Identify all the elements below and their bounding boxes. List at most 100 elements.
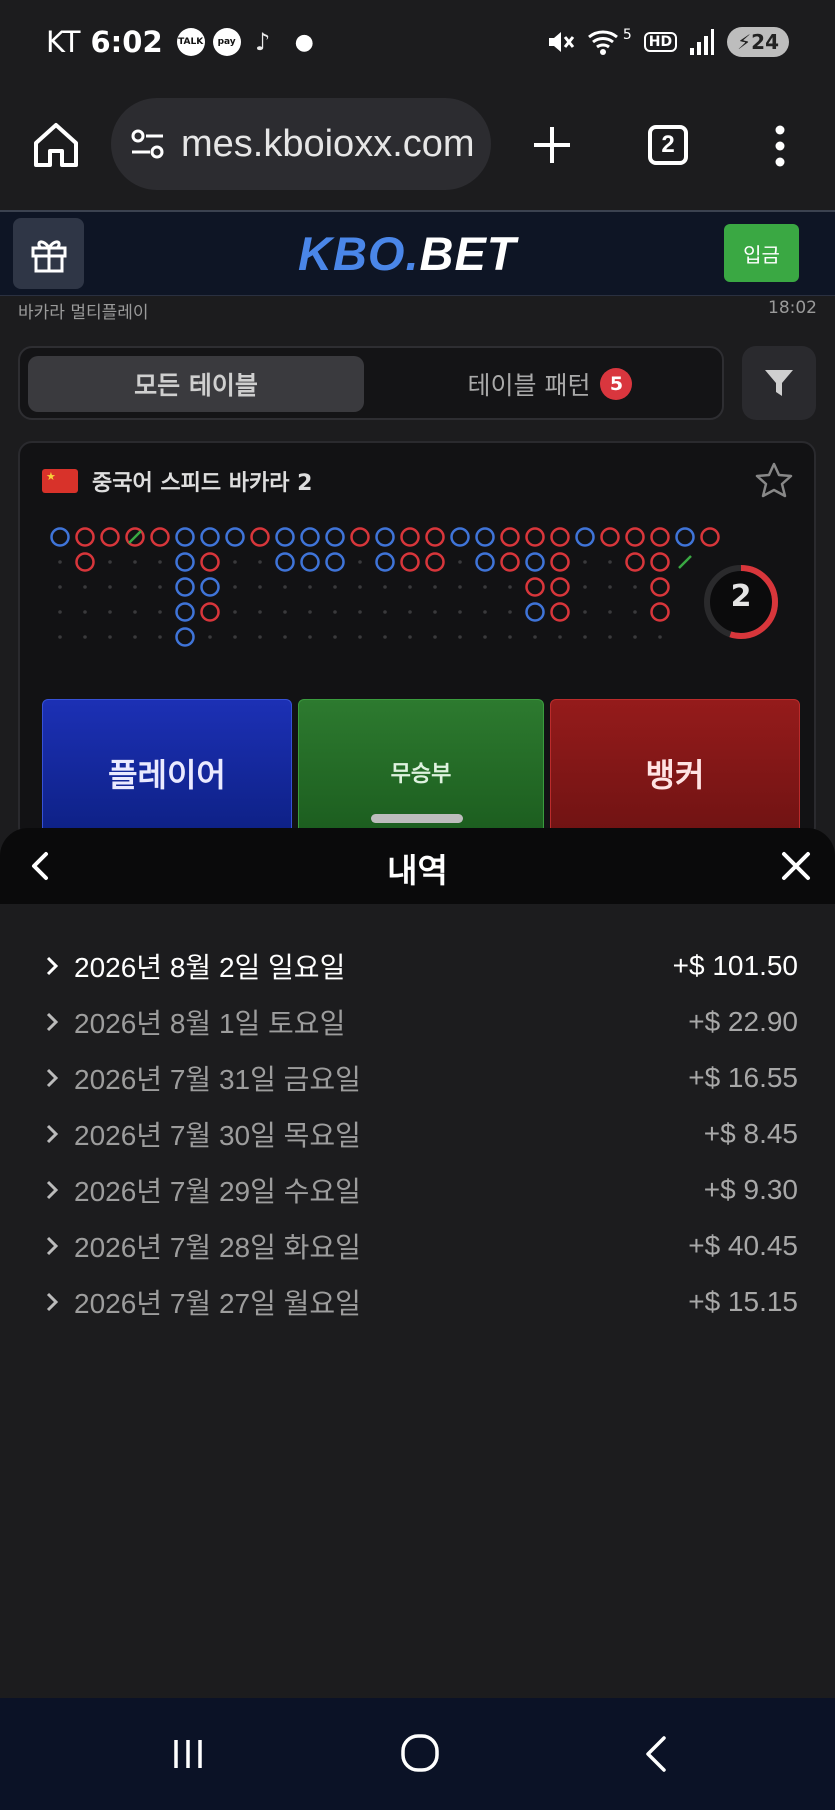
empty-bead-dot — [633, 585, 637, 589]
player-bead — [525, 552, 545, 572]
home-icon[interactable] — [30, 119, 82, 171]
empty-bead-dot — [608, 610, 612, 614]
empty-bead-dot — [133, 610, 137, 614]
empty-bead-dot — [158, 610, 162, 614]
empty-bead-dot — [58, 560, 62, 564]
empty-bead-dot — [83, 635, 87, 639]
recent-apps-icon[interactable] — [170, 1736, 206, 1772]
player-bead — [300, 552, 320, 572]
tab-table-pattern[interactable]: 테이블 패턴 5 — [380, 356, 720, 412]
history-row[interactable]: 2026년 7월 27일 월요일 +$ 15.15 — [40, 1274, 798, 1330]
empty-bead-dot — [108, 585, 112, 589]
site-logo[interactable]: KBO.BET — [298, 226, 517, 281]
player-bead — [200, 527, 220, 547]
player-bead — [450, 527, 470, 547]
empty-bead-dot — [433, 610, 437, 614]
history-row[interactable]: 2026년 8월 2일 일요일 +$ 101.50 — [40, 938, 798, 994]
empty-bead-dot — [83, 585, 87, 589]
network-label: 5 — [622, 27, 632, 43]
empty-bead-dot — [583, 610, 587, 614]
tab-switcher-button[interactable]: 2 — [648, 125, 688, 165]
system-nav-bar — [0, 1698, 835, 1810]
player-bead — [375, 527, 395, 547]
banker-bead — [650, 602, 670, 622]
player-bead — [375, 552, 395, 572]
chevron-right-icon — [46, 1068, 59, 1088]
empty-bead-dot — [458, 560, 462, 564]
player-bead — [275, 552, 295, 572]
player-bead — [175, 627, 195, 647]
empty-bead-dot — [58, 585, 62, 589]
more-menu-icon[interactable] — [762, 124, 798, 168]
back-button-icon[interactable] — [640, 1734, 672, 1774]
sheet-drag-handle[interactable] — [371, 814, 463, 823]
banker-bead — [650, 527, 670, 547]
banker-bead — [550, 602, 570, 622]
empty-bead-dot — [258, 560, 262, 564]
banker-bead — [500, 527, 520, 547]
empty-bead-dot — [658, 635, 662, 639]
player-bead — [225, 527, 245, 547]
history-date: 2026년 8월 1일 토요일 — [74, 1008, 346, 1039]
player-bead — [175, 602, 195, 622]
empty-bead-dot — [308, 635, 312, 639]
empty-bead-dot — [308, 610, 312, 614]
empty-bead-dot — [383, 610, 387, 614]
table-tabs: 모든 테이블 테이블 패턴 5 — [18, 346, 724, 420]
player-bead — [175, 552, 195, 572]
tie-mark — [128, 530, 142, 544]
chevron-right-icon — [46, 1012, 59, 1032]
history-row[interactable]: 2026년 7월 29일 수요일 +$ 9.30 — [40, 1162, 798, 1218]
favorite-star-icon[interactable] — [754, 461, 794, 501]
tab-all-tables[interactable]: 모든 테이블 — [28, 356, 364, 412]
home-button-icon[interactable] — [399, 1732, 441, 1774]
deposit-button[interactable]: 입금 — [724, 224, 799, 282]
sheet-header: 내역 — [0, 828, 835, 904]
empty-bead-dot — [608, 635, 612, 639]
banker-bead — [600, 527, 620, 547]
empty-bead-dot — [108, 610, 112, 614]
tiktok-icon: ♪ — [254, 28, 271, 56]
gift-button[interactable] — [13, 218, 84, 289]
history-amount: +$ 8.45 — [703, 1118, 798, 1149]
player-bead — [525, 602, 545, 622]
empty-bead-dot — [458, 635, 462, 639]
carrier-label: KT — [46, 25, 81, 59]
bead-road — [50, 527, 720, 647]
close-icon[interactable] — [778, 848, 814, 884]
new-tab-icon[interactable] — [528, 121, 576, 169]
history-row[interactable]: 2026년 7월 30일 목요일 +$ 8.45 — [40, 1106, 798, 1162]
banker-bead — [700, 527, 720, 547]
baccarat-table-card[interactable]: 중국어 스피드 바카라 2 2 플레이어 무승부 뱅커 — [18, 441, 816, 841]
chevron-right-icon — [46, 1292, 59, 1312]
bet-player-button[interactable]: 플레이어 — [42, 699, 292, 839]
clock: 18:02 — [768, 298, 817, 318]
site-settings-icon[interactable] — [129, 127, 167, 161]
history-date: 2026년 7월 28일 화요일 — [74, 1232, 361, 1263]
empty-bead-dot — [158, 560, 162, 564]
history-amount: +$ 40.45 — [688, 1230, 798, 1261]
banker-bead — [525, 577, 545, 597]
empty-bead-dot — [458, 585, 462, 589]
empty-bead-dot — [283, 585, 287, 589]
sheet-title: 내역 — [387, 851, 448, 890]
filter-button[interactable] — [742, 346, 816, 420]
history-row[interactable]: 2026년 7월 28일 화요일 +$ 40.45 — [40, 1218, 798, 1274]
empty-bead-dot — [483, 585, 487, 589]
empty-bead-dot — [133, 635, 137, 639]
bet-banker-button[interactable]: 뱅커 — [550, 699, 800, 839]
empty-bead-dot — [333, 635, 337, 639]
player-bead — [325, 552, 345, 572]
empty-bead-dot — [433, 585, 437, 589]
player-bead — [575, 527, 595, 547]
banker-bead — [550, 527, 570, 547]
empty-bead-dot — [108, 635, 112, 639]
logo-bet: BET — [419, 227, 517, 280]
history-row[interactable]: 2026년 7월 31일 금요일 +$ 16.55 — [40, 1050, 798, 1106]
address-bar[interactable]: mes.kboioxx.com — [111, 98, 491, 190]
history-date: 2026년 7월 31일 금요일 — [74, 1064, 361, 1095]
browser-toolbar: mes.kboioxx.com 2 — [0, 84, 835, 210]
history-row[interactable]: 2026년 8월 1일 토요일 +$ 22.90 — [40, 994, 798, 1050]
empty-bead-dot — [258, 585, 262, 589]
history-amount: +$ 16.55 — [688, 1062, 798, 1093]
